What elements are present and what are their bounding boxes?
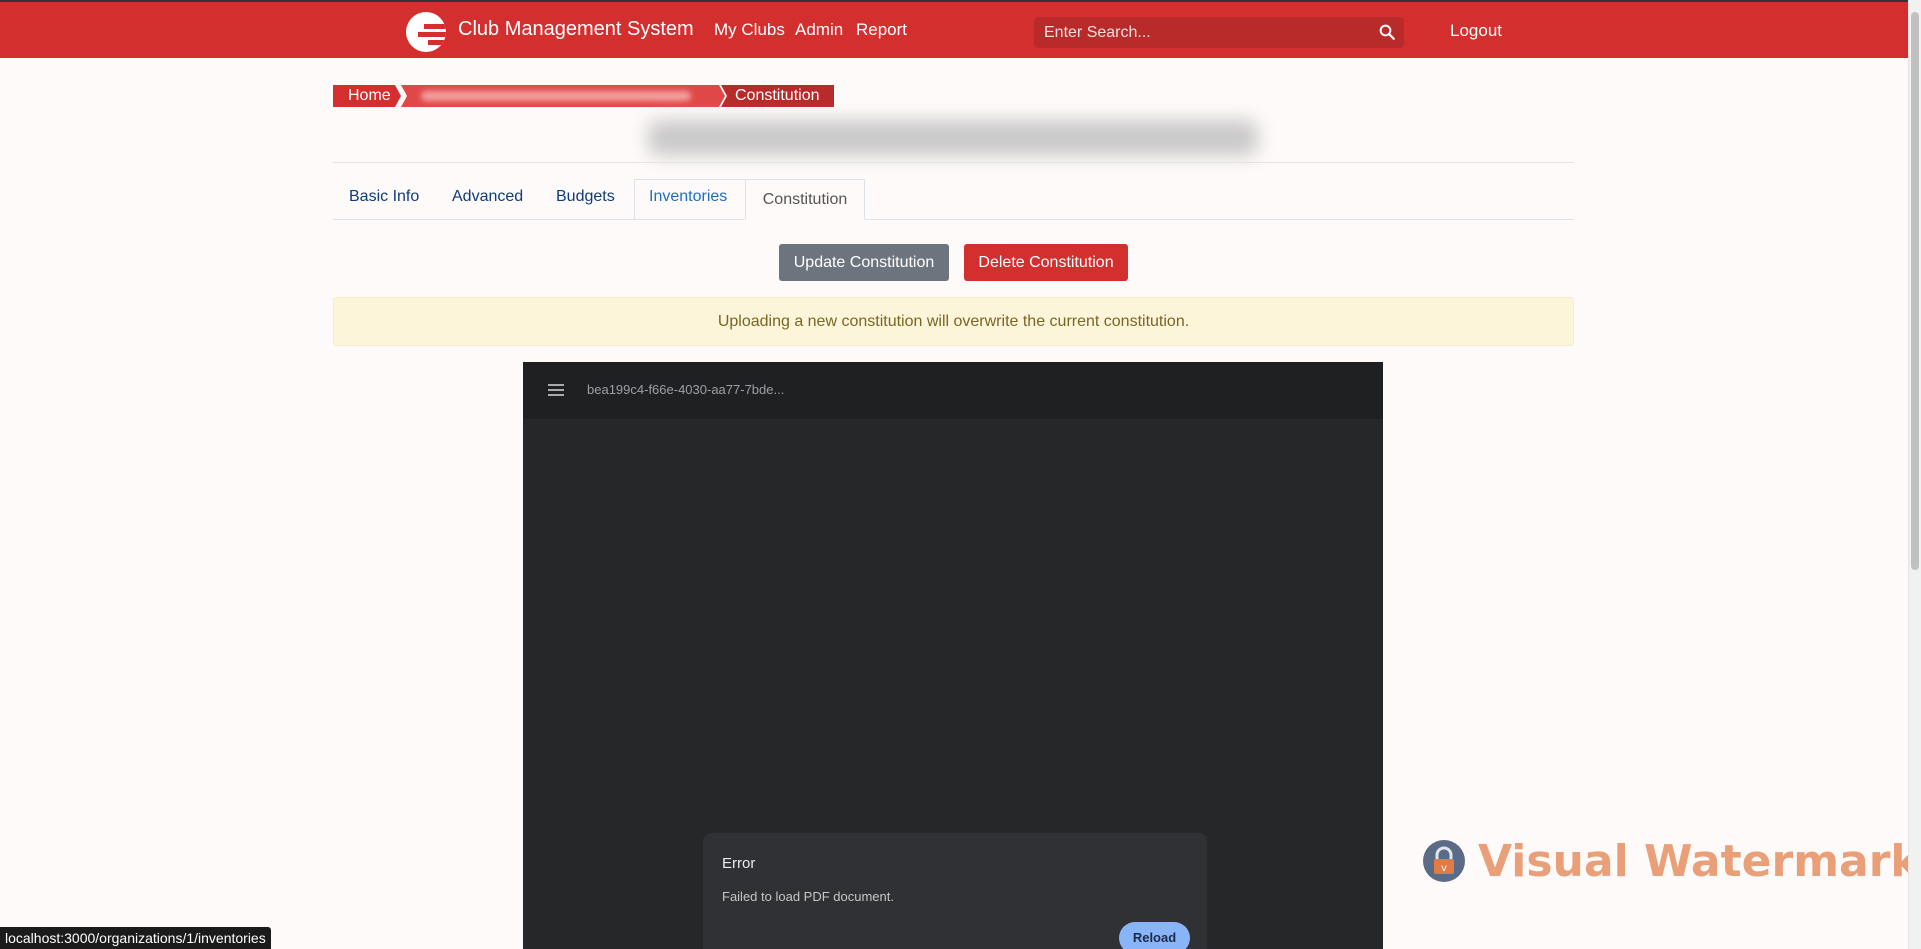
- organization-title-redacted: [648, 120, 1258, 156]
- error-dialog: Error Failed to load PDF document. Reloa…: [703, 833, 1207, 949]
- tabs-baseline: [333, 219, 1574, 220]
- breadcrumb-organization[interactable]: [401, 85, 725, 107]
- pdf-file-name: bea199c4-f66e-4030-aa77-7bde...: [587, 382, 785, 397]
- app-logo-icon[interactable]: [406, 12, 446, 52]
- svg-text:v: v: [1441, 863, 1447, 874]
- update-constitution-button[interactable]: Update Constitution: [779, 244, 949, 281]
- page-scrollbar[interactable]: [1908, 0, 1921, 949]
- breadcrumb-home[interactable]: Home: [333, 85, 401, 107]
- reload-button[interactable]: Reload: [1119, 922, 1190, 949]
- status-url: localhost:3000/organizations/1/inventori…: [0, 927, 271, 949]
- pdf-viewer[interactable]: bea199c4-f66e-4030-aa77-7bde... Error Fa…: [523, 362, 1383, 949]
- watermark-text: Visual Watermark: [1478, 836, 1920, 887]
- search-icon[interactable]: [1378, 23, 1396, 41]
- scrollbar-thumb[interactable]: [1911, 12, 1919, 570]
- nav-my-clubs[interactable]: My Clubs: [714, 20, 785, 40]
- tab-basic-info[interactable]: Basic Info: [349, 188, 419, 206]
- tab-advanced[interactable]: Advanced: [452, 188, 523, 206]
- pdf-toolbar: bea199c4-f66e-4030-aa77-7bde...: [523, 362, 1383, 419]
- nav-admin[interactable]: Admin: [795, 20, 843, 40]
- delete-constitution-button[interactable]: Delete Constitution: [964, 244, 1128, 281]
- top-navbar: Club Management System My Clubs Admin Re…: [0, 0, 1921, 58]
- tab-budgets[interactable]: Budgets: [556, 188, 615, 206]
- tab-constitution[interactable]: Constitution: [745, 179, 865, 220]
- search-box: [1034, 17, 1404, 48]
- search-input[interactable]: [1034, 17, 1364, 48]
- lock-icon: v: [1423, 840, 1465, 882]
- menu-icon[interactable]: [548, 384, 564, 396]
- logout-link[interactable]: Logout: [1450, 21, 1502, 41]
- warning-alert: Uploading a new constitution will overwr…: [333, 297, 1574, 346]
- brand-title[interactable]: Club Management System: [458, 18, 694, 41]
- nav-report[interactable]: Report: [856, 20, 907, 40]
- breadcrumb-current: Constitution: [721, 85, 834, 107]
- title-divider: [333, 162, 1574, 163]
- error-message: Failed to load PDF document.: [722, 889, 894, 904]
- tab-inventories[interactable]: Inventories: [649, 188, 727, 206]
- error-title: Error: [722, 855, 756, 872]
